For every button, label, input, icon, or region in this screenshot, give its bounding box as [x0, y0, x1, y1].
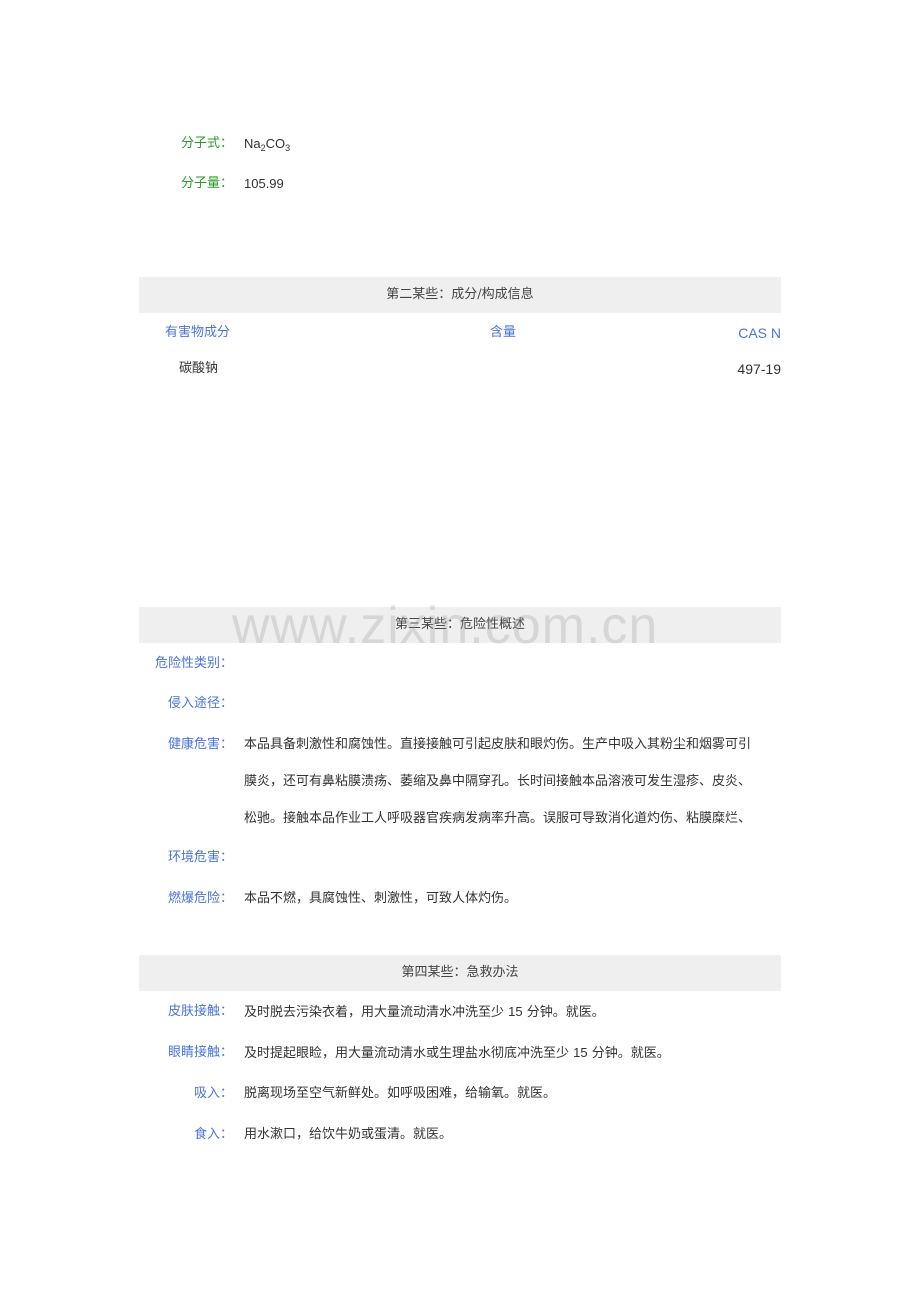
ingestion-label: 食入：	[193, 1127, 233, 1142]
ingestion-value: 用水漱口，给饮牛奶或蛋清。就医。	[244, 1127, 453, 1142]
weight-label: 分子量：	[180, 176, 233, 191]
first-aid-row-inhalation: 吸入： 脱离现场至空气新鲜处。如呼吸困难，给输氧。就医。	[139, 1084, 781, 1104]
document-page: 分子式： Na2CO3 分子量： 105.99 第二某些：成分/构成信息 有害物…	[0, 0, 920, 1302]
fire-row: 燃爆危险： 本品不燃，具腐蚀性、刺激性，可致人体灼伤。	[139, 889, 781, 909]
first-aid-row-skin: 皮肤接触： 及时脱去污染衣着，用大量流动清水冲洗至少 15 分钟。就医。	[139, 1002, 781, 1022]
first-aid-row-ingestion: 食入： 用水漱口，给饮牛奶或蛋清。就医。	[139, 1125, 781, 1145]
eye-contact-value: 及时提起眼睑，用大量流动清水或生理盐水彻底冲洗至少 15 分钟。就医。	[244, 1043, 670, 1064]
skin-contact-text: 及时脱去污染衣着，用大量流动清水冲洗至少	[244, 1005, 509, 1020]
env-label: 环境危害：	[167, 850, 233, 865]
formula-label: 分子式：	[180, 136, 233, 151]
health-label: 健康危害：	[167, 737, 233, 752]
eye-contact-minutes: 15	[573, 1045, 588, 1060]
header-component: 有害物成分	[165, 325, 231, 340]
inhalation-value: 脱离现场至空气新鲜处。如呼吸困难，给输氧。就医。	[244, 1086, 557, 1101]
header-cas: CAS N	[738, 325, 781, 341]
cell-component: 碳酸钠	[179, 361, 219, 376]
formula-part-na: Na	[244, 136, 261, 151]
skin-contact-label: 皮肤接触：	[167, 1004, 233, 1019]
eye-contact-label: 眼睛接触：	[167, 1045, 233, 1060]
table-row: 碳酸钠 497-19	[139, 359, 781, 379]
section3-header: 第三某些：危险性概述	[139, 607, 781, 643]
health-text: 本品具备刺激性和腐蚀性。直接接触可引起皮肤和眼灼伤。生产中吸入其粉尘和烟雾可引 …	[244, 735, 784, 846]
health-line: 膜炎，还可有鼻粘膜溃疡、萎缩及鼻中隔穿孔。长时间接触本品溶液可发生湿疹、皮炎、	[244, 774, 752, 789]
formula-row: 分子式： Na2CO3	[139, 134, 781, 154]
formula-value: Na2CO3	[244, 134, 290, 154]
skin-contact-text-end: 分钟。就医。	[522, 1005, 605, 1020]
section4-header: 第四某些：急救办法	[139, 955, 781, 991]
section2-header: 第二某些：成分/构成信息	[139, 277, 781, 313]
health-line: 松驰。接触本品作业工人呼吸器官疾病发病率升高。误服可导致消化道灼伤、粘膜糜烂、	[244, 811, 752, 826]
fire-value: 本品不燃，具腐蚀性、刺激性，可致人体灼伤。	[244, 891, 518, 906]
hazard-class-row: 危险性类别：	[139, 654, 781, 674]
route-row: 侵入途径：	[139, 694, 781, 714]
route-label: 侵入途径：	[167, 696, 233, 711]
header-content: 含量	[490, 325, 517, 340]
health-line: 本品具备刺激性和腐蚀性。直接接触可引起皮肤和眼灼伤。生产中吸入其粉尘和烟雾可引	[244, 737, 752, 752]
weight-row: 分子量： 105.99	[139, 174, 781, 194]
first-aid-row-eye: 眼睛接触： 及时提起眼睑，用大量流动清水或生理盐水彻底冲洗至少 15 分钟。就医…	[139, 1043, 781, 1063]
skin-contact-minutes: 15	[508, 1004, 523, 1019]
formula-part-co: CO	[265, 136, 286, 151]
formula-subscript-3: 3	[285, 143, 291, 153]
eye-contact-text: 及时提起眼睑，用大量流动清水或生理盐水彻底冲洗至少	[244, 1046, 574, 1061]
inhalation-label: 吸入：	[193, 1086, 233, 1101]
composition-table-header: 有害物成分 含量 CAS N	[139, 323, 781, 343]
env-row: 环境危害：	[139, 848, 781, 868]
eye-contact-text-end: 分钟。就医。	[587, 1046, 670, 1061]
weight-value: 105.99	[244, 176, 284, 191]
fire-label: 燃爆危险：	[167, 891, 233, 906]
skin-contact-value: 及时脱去污染衣着，用大量流动清水冲洗至少 15 分钟。就医。	[244, 1002, 605, 1023]
cell-cas: 497-19	[737, 361, 781, 377]
hazard-class-label: 危险性类别：	[154, 656, 233, 671]
